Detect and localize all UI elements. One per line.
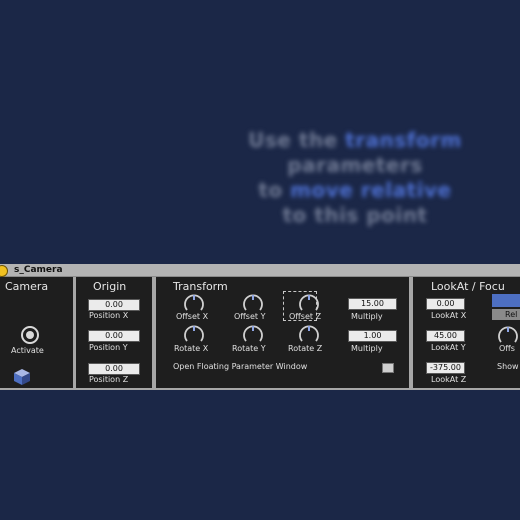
device-titlebar[interactable]: s_Camera bbox=[0, 264, 520, 277]
floating-window-checkbox[interactable] bbox=[382, 363, 394, 373]
cube-icon bbox=[12, 368, 32, 386]
camera-panel: Camera Activate bbox=[0, 277, 73, 388]
floating-window-label: Open Floating Parameter Window bbox=[173, 362, 308, 371]
position-y-label: Position Y bbox=[89, 343, 128, 352]
camera-device: s_Camera Camera Activate Origin 0.00 Pos… bbox=[0, 264, 520, 390]
offset-z-knob[interactable] bbox=[297, 293, 321, 313]
transform-panel: Transform Offset X Offset Y Offset Z 15.… bbox=[156, 277, 409, 388]
origin-panel: Origin 0.00 Position X 0.00 Position Y 0… bbox=[76, 277, 152, 388]
rotate-y-knob[interactable] bbox=[241, 324, 265, 344]
hint-highlight: move relative bbox=[290, 178, 452, 202]
rotate-y-label: Rotate Y bbox=[232, 344, 266, 353]
origin-title: Origin bbox=[93, 280, 127, 293]
offset-y-label: Offset Y bbox=[234, 312, 266, 321]
lookat-panel: LookAt / Focu 0.00 LookAt X 45.00 LookAt… bbox=[413, 277, 520, 388]
lookat-title: LookAt / Focu bbox=[431, 280, 505, 293]
device-title: s_Camera bbox=[14, 265, 63, 275]
rotate-z-label: Rotate Z bbox=[288, 344, 323, 353]
lookat-x-label: LookAt X bbox=[431, 311, 467, 320]
position-x-label: Position X bbox=[89, 311, 129, 320]
device-power-icon[interactable] bbox=[0, 265, 8, 277]
position-x-input[interactable]: 0.00 bbox=[88, 299, 140, 311]
hint-text: to bbox=[258, 178, 291, 202]
lookat-x-input[interactable]: 0.00 bbox=[426, 298, 465, 310]
lookat-z-input[interactable]: -375.00 bbox=[426, 362, 465, 374]
hint-line-4: to this point bbox=[282, 203, 428, 227]
rotate-z-knob[interactable] bbox=[297, 324, 321, 344]
rotate-multiply-input[interactable]: 1.00 bbox=[348, 330, 397, 342]
offset-x-label: Offset X bbox=[176, 312, 209, 321]
hint-line-3: to move relative bbox=[200, 178, 510, 203]
show-label: Show bbox=[497, 362, 519, 371]
offset-multiply-label: Multiply bbox=[351, 312, 383, 321]
camera-title: Camera bbox=[5, 280, 49, 293]
background-hint-text: Use the transform parameters to move rel… bbox=[200, 128, 510, 228]
offset-z-label: Offset Z bbox=[289, 312, 322, 321]
position-z-input[interactable]: 0.00 bbox=[88, 363, 140, 375]
lookat-y-input[interactable]: 45.00 bbox=[426, 330, 465, 342]
offset-multiply-input[interactable]: 15.00 bbox=[348, 298, 397, 310]
rotate-multiply-label: Multiply bbox=[351, 344, 383, 353]
focus-offset-knob[interactable] bbox=[496, 325, 520, 345]
offset-y-knob[interactable] bbox=[241, 293, 265, 313]
offset-x-knob[interactable] bbox=[182, 293, 206, 313]
hint-line-1: Use the transform bbox=[200, 128, 510, 153]
position-z-label: Position Z bbox=[89, 375, 129, 384]
activate-icon[interactable] bbox=[20, 325, 40, 345]
offs-label: Offs bbox=[499, 344, 515, 353]
hint-line-2: parameters bbox=[287, 153, 423, 177]
hint-highlight: transform bbox=[345, 128, 462, 152]
activate-label: Activate bbox=[11, 346, 44, 355]
focus-color-swatch[interactable] bbox=[492, 294, 520, 307]
rotate-x-knob[interactable] bbox=[182, 324, 206, 344]
hint-text: Use the bbox=[248, 128, 346, 152]
position-y-input[interactable]: 0.00 bbox=[88, 330, 140, 342]
lookat-z-label: LookAt Z bbox=[431, 375, 467, 384]
rotate-x-label: Rotate X bbox=[174, 344, 209, 353]
rel-button[interactable]: Rel bbox=[492, 309, 520, 320]
lookat-y-label: LookAt Y bbox=[431, 343, 466, 352]
transform-title: Transform bbox=[173, 280, 228, 293]
